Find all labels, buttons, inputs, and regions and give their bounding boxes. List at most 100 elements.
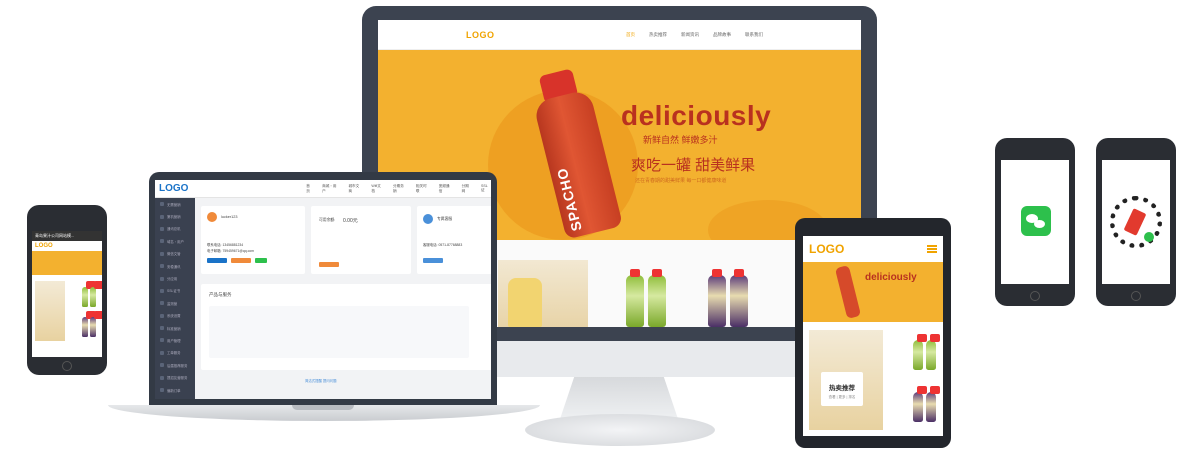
- services-grid: [209, 306, 469, 358]
- user-email: 电子邮箱: 759459671@qq.com: [207, 249, 254, 253]
- phone-logo[interactable]: LOGO: [32, 241, 102, 251]
- dashboard-sidebar: 无需营销 第机营销 通讯总机 域名・用户 微信文管 安稳通讯 分应用 SSL证书…: [155, 198, 195, 399]
- sidebar-item[interactable]: 无需营销: [155, 198, 195, 210]
- dashboard-menu-item[interactable]: Wifi文档: [371, 184, 384, 194]
- sidebar-item[interactable]: 提招友营服务: [155, 371, 195, 383]
- services-panel: 产品与服务: [201, 284, 491, 370]
- desktop-navbar: LOGO 首页 热卖推荐 新闻资讯 品牌故事 联系我们: [378, 20, 861, 50]
- balance-value: 0.00元: [343, 218, 358, 224]
- balance-card: 可用余额: 0.00元: [311, 206, 411, 274]
- footer-links[interactable]: 简洁式提醒 提问问题: [305, 378, 336, 383]
- home-button[interactable]: [62, 361, 72, 371]
- sidebar-item[interactable]: 系统设置: [155, 310, 195, 322]
- wechat-badge[interactable]: [255, 258, 267, 263]
- mini-program-badge-icon: [1144, 232, 1154, 242]
- product-image-green-bottle[interactable]: [626, 269, 644, 327]
- product-image-purple-bottle[interactable]: [926, 386, 940, 422]
- juice-bottle-image: [834, 265, 862, 319]
- product-image-green-bottle[interactable]: [82, 281, 96, 307]
- dashboard-menu-item[interactable]: 相关时联: [416, 184, 430, 194]
- dashboard-menu-item[interactable]: 宽频通信: [439, 184, 453, 194]
- desktop-menu-home[interactable]: 首页: [626, 32, 635, 38]
- wechat-icon[interactable]: [1021, 206, 1051, 236]
- product-image-green-bottle[interactable]: [913, 334, 927, 370]
- hot-recommend-title: 热卖推荐: [829, 385, 855, 392]
- phone-title-bar: 青岛果汁公司网站模...: [32, 231, 102, 241]
- desktop-menu-news[interactable]: 新闻资讯: [681, 32, 699, 38]
- hero-subtitle: 新鲜自然 鲜嫩多汁: [643, 135, 718, 145]
- dashboard-menu: 首页 商城・用户 城市文商 Wifi文档 分期务销 相关时联 宽频通信 分期网 …: [306, 184, 491, 194]
- dashboard-topbar: LOGO 首页 商城・用户 城市文商 Wifi文档 分期务销 相关时联 宽频通信…: [155, 180, 491, 198]
- contact-button[interactable]: [423, 258, 443, 263]
- product-image-purple-bottle[interactable]: [82, 311, 96, 337]
- product-image-juice[interactable]: [35, 281, 65, 341]
- edit-button[interactable]: [231, 258, 251, 263]
- tablet-navbar: LOGO: [803, 236, 943, 262]
- sidebar-item[interactable]: 通讯总机: [155, 223, 195, 235]
- product-image-green-bottle[interactable]: [926, 334, 940, 370]
- dashboard-menu-item[interactable]: 商城・用户: [322, 184, 339, 194]
- desktop-menu-contact[interactable]: 联系我们: [745, 32, 763, 38]
- product-image-green-bottle[interactable]: [648, 269, 666, 327]
- tablet: LOGO deliciously 热卖推荐 查看 | 更多 | 排名: [795, 218, 951, 448]
- laptop-screen: LOGO 首页 商城・用户 城市文商 Wifi文档 分期务销 相关时联 宽频通信…: [155, 180, 491, 399]
- tablet-hero-title: deliciously: [865, 272, 917, 283]
- sidebar-item[interactable]: 微信文管: [155, 248, 195, 260]
- product-image-purple-bottle[interactable]: [913, 386, 927, 422]
- hero-caption: 还在青春期的甜美鲜果 每一口都健康味道: [635, 178, 727, 184]
- hot-recommend-sub: 查看 | 更多 | 排名: [828, 395, 856, 399]
- support-card: 专属客服 客服电话: 0571-87768883: [417, 206, 491, 274]
- dashboard-menu-item[interactable]: 分期网: [462, 184, 472, 194]
- dashboard-menu-item[interactable]: 城市文商: [348, 184, 362, 194]
- sidebar-item[interactable]: 后盾推荐服务: [155, 359, 195, 371]
- home-button[interactable]: [1131, 291, 1141, 301]
- product-image-purple-bottle[interactable]: [708, 269, 726, 327]
- dashboard-menu-item[interactable]: 分期务销: [393, 184, 407, 194]
- phone-qr-screen: [1102, 160, 1170, 284]
- hamburger-menu-icon[interactable]: [927, 245, 937, 253]
- balance-label: 可用余额:: [319, 218, 336, 222]
- laptop-notch: [292, 405, 354, 410]
- phone-title: 青岛果汁公司网站模...: [35, 233, 75, 238]
- sidebar-item[interactable]: 分应用: [155, 272, 195, 284]
- desktop-logo[interactable]: LOGO: [466, 30, 495, 40]
- sidebar-item[interactable]: 用户管理: [155, 334, 195, 346]
- laptop: LOGO 首页 商城・用户 城市文商 Wifi文档 分期务销 相关时联 宽频通信…: [149, 172, 497, 405]
- sidebar-item[interactable]: 安稳通讯: [155, 260, 195, 272]
- monitor-base: [525, 414, 715, 446]
- sidebar-item[interactable]: 第机营销: [155, 210, 195, 222]
- user-phone: 联系电话: 13456881234: [207, 243, 244, 247]
- sidebar-item[interactable]: 标准营销: [155, 322, 195, 334]
- desktop-menu-brand[interactable]: 品牌故事: [713, 32, 731, 38]
- dashboard-menu-item[interactable]: 首页: [306, 184, 313, 194]
- product-image-green-bottle[interactable]: [90, 281, 102, 307]
- product-image-juice[interactable]: [498, 260, 588, 327]
- services-title: 产品与服务: [209, 292, 232, 297]
- sidebar-item[interactable]: SSL证书: [155, 285, 195, 297]
- user-info-card: lucker123 联系电话: 13456881234 电子邮箱: 759459…: [201, 206, 305, 274]
- hero-title: deliciously: [621, 100, 772, 131]
- desktop-menu: 首页 热卖推荐 新闻资讯 品牌故事 联系我们: [626, 32, 763, 38]
- avatar: [423, 214, 433, 224]
- home-button[interactable]: [1030, 291, 1040, 301]
- phone-mini-program: [1096, 138, 1176, 306]
- product-image-purple-bottle[interactable]: [730, 269, 748, 327]
- dashboard-logo[interactable]: LOGO: [155, 183, 194, 194]
- support-title: 专属客服: [437, 217, 453, 221]
- phone-wechat: [995, 138, 1075, 306]
- phone-hero-banner[interactable]: [32, 251, 102, 275]
- username: lucker123: [221, 215, 238, 219]
- tablet-logo[interactable]: LOGO: [809, 242, 844, 256]
- recharge-button[interactable]: [319, 262, 339, 267]
- dashboard-menu-item[interactable]: SSL证: [481, 184, 491, 194]
- tablet-hero-banner[interactable]: deliciously: [803, 262, 943, 322]
- monitor-stand: [560, 377, 678, 419]
- sidebar-item[interactable]: 工单服务: [155, 347, 195, 359]
- product-image-purple-bottle[interactable]: [90, 311, 102, 337]
- desktop-menu-hot[interactable]: 热卖推荐: [649, 32, 667, 38]
- sidebar-item[interactable]: 域名・用户: [155, 235, 195, 247]
- hot-recommend-card[interactable]: 热卖推荐 查看 | 更多 | 排名: [821, 372, 863, 406]
- verify-button[interactable]: [207, 258, 227, 263]
- sidebar-item[interactable]: 偏新订单: [155, 384, 195, 396]
- sidebar-item[interactable]: 监测营: [155, 297, 195, 309]
